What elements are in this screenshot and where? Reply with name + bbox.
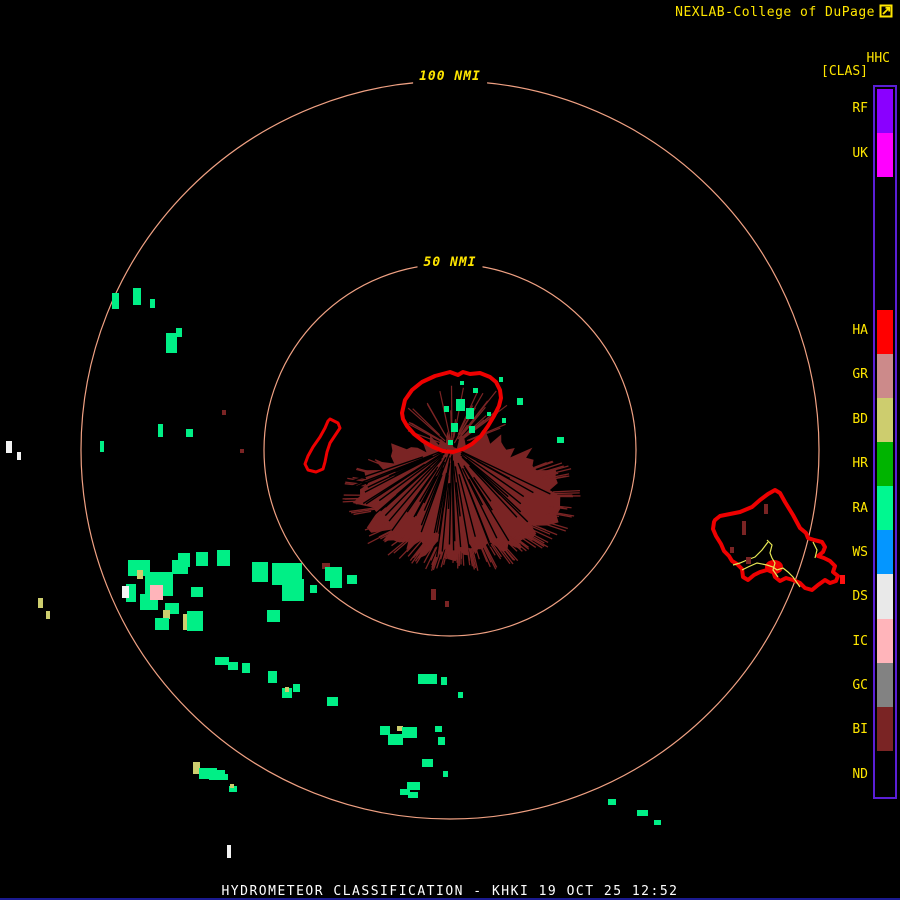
legend-seg-gap3 xyxy=(877,221,893,266)
precip-specks xyxy=(6,288,845,858)
legend-label-ND: ND xyxy=(852,766,868,782)
legend-seg-IC xyxy=(877,618,893,663)
legend-label-IC: IC xyxy=(852,633,868,649)
ring-label-50-nmi: 50 NMI xyxy=(417,255,483,270)
legend-seg-BI xyxy=(877,706,893,751)
legend-seg-HA xyxy=(877,309,893,354)
brand-link[interactable]: NEXLAB-College of DuPage xyxy=(675,5,875,20)
bi-fan-layer xyxy=(342,385,581,571)
legend-seg-BD xyxy=(877,397,893,442)
legend-label-DS: DS xyxy=(852,589,868,605)
legend-seg-gap2 xyxy=(877,177,893,222)
legend-label-RF: RF xyxy=(852,101,868,117)
legend-seg-RA xyxy=(877,486,893,531)
product-title: HYDROMETEOR CLASSIFICATION - KHKI 19 OCT… xyxy=(221,884,679,899)
legend-title: HHC xyxy=(866,51,890,66)
legend-label-BD: BD xyxy=(852,411,868,427)
legend-label-GC: GC xyxy=(852,678,868,694)
legend-seg-WS xyxy=(877,530,893,575)
legend-label-GR: GR xyxy=(852,367,868,383)
legend-seg-gap4 xyxy=(877,265,893,310)
legend-seg-DS xyxy=(877,574,893,619)
radar-canvas xyxy=(6,80,845,858)
legend-label-UK: UK xyxy=(852,145,868,161)
ring-label-100-nmi: 100 NMI xyxy=(413,69,487,84)
legend-seg-ND xyxy=(877,750,893,795)
legend-label-WS: WS xyxy=(852,544,868,560)
legend-label-BI: BI xyxy=(852,722,868,738)
radar-display: NEXLAB-College of DuPage HHC [CLAS] HYDR… xyxy=(0,0,900,900)
legend-subtitle: [CLAS] xyxy=(821,64,868,79)
legend-label-HR: HR xyxy=(852,456,868,472)
legend-seg-RF xyxy=(877,89,893,134)
legend-label-HA: HA xyxy=(852,323,868,339)
island-west-island xyxy=(303,417,342,474)
legend-label-RA: RA xyxy=(852,500,868,516)
external-link-icon[interactable] xyxy=(879,4,893,18)
legend-seg-UK xyxy=(877,133,893,178)
island-east-island xyxy=(711,488,840,592)
legend-seg-HR xyxy=(877,442,893,487)
legend-colorbar xyxy=(873,85,897,799)
legend-seg-GC xyxy=(877,662,893,707)
legend-seg-GR xyxy=(877,353,893,398)
